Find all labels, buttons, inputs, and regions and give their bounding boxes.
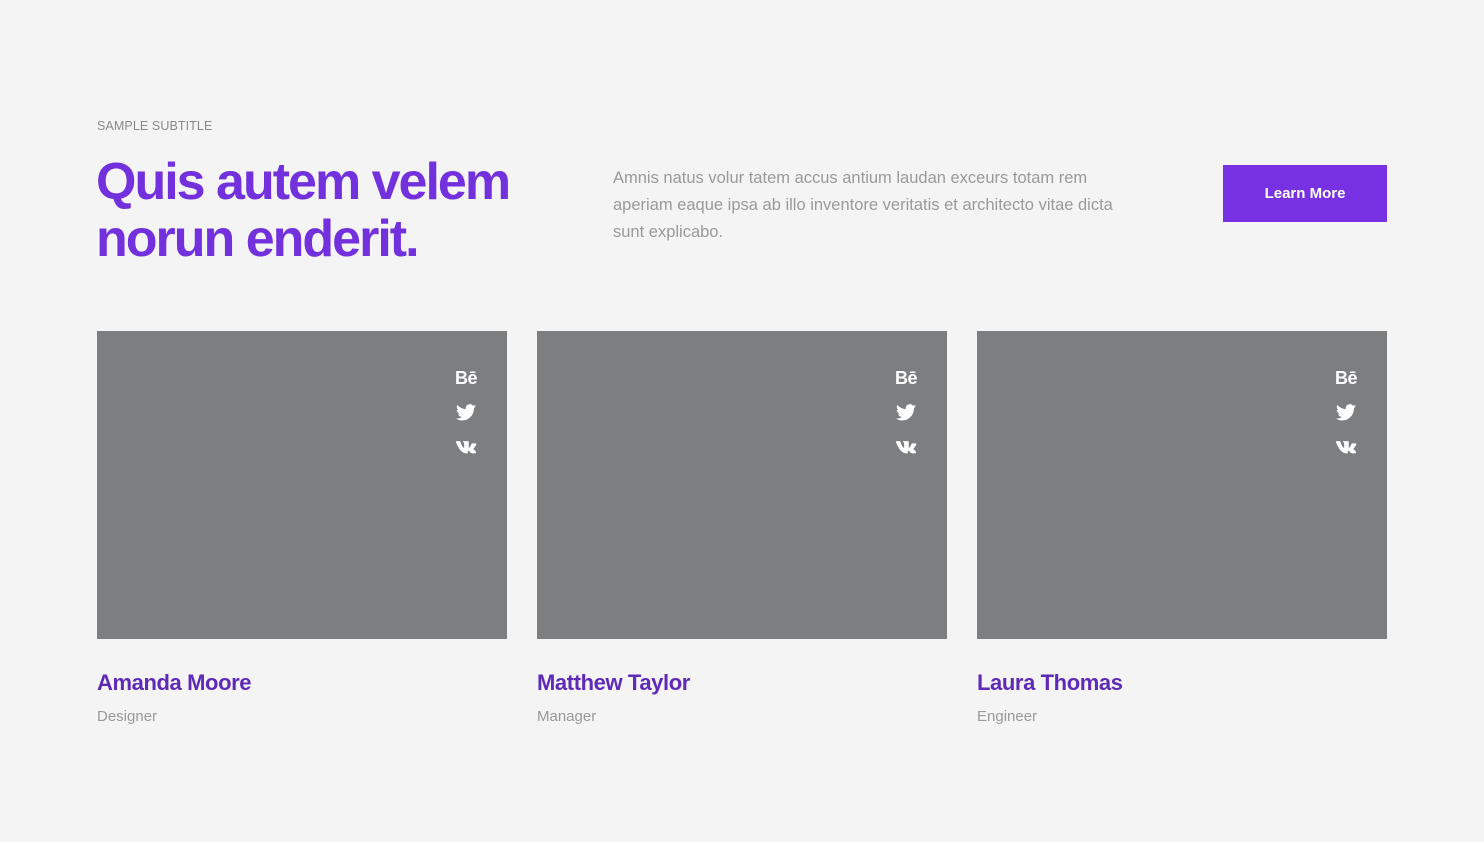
member-name[interactable]: Matthew Taylor [537, 670, 947, 696]
behance-icon[interactable]: Bē [895, 360, 918, 395]
social-links: Bē [451, 360, 481, 465]
twitter-icon[interactable] [1336, 395, 1356, 430]
member-name[interactable]: Amanda Moore [97, 670, 507, 696]
member-role: Designer [97, 708, 158, 725]
vk-icon[interactable] [455, 430, 477, 465]
section-title: Quis autem velem norun enderit. [96, 153, 511, 268]
vk-icon[interactable] [1335, 430, 1357, 465]
team-card: Bē Matthew Taylor Manager [537, 331, 947, 725]
behance-icon[interactable]: Bē [1335, 360, 1358, 395]
section-subtitle: SAMPLE SUBTITLE [97, 119, 213, 133]
team-card: Bē Amanda Moore Designer [97, 331, 507, 725]
member-role: Manager [537, 708, 597, 725]
twitter-icon[interactable] [896, 395, 916, 430]
team-photo: Bē [537, 331, 947, 639]
vk-icon[interactable] [895, 430, 917, 465]
member-name[interactable]: Laura Thomas [977, 670, 1387, 696]
team-card: Bē Laura Thomas Engineer [977, 331, 1387, 725]
section-description: Amnis natus volur tatem accus antium lau… [613, 169, 1113, 241]
team-photo: Bē [977, 331, 1387, 639]
team-photo: Bē [97, 331, 507, 639]
member-role: Engineer [977, 708, 1038, 725]
social-links: Bē [891, 360, 921, 465]
behance-icon[interactable]: Bē [455, 360, 478, 395]
twitter-icon[interactable] [456, 395, 476, 430]
social-links: Bē [1331, 360, 1361, 465]
learn-more-button[interactable]: Learn More [1223, 165, 1387, 222]
